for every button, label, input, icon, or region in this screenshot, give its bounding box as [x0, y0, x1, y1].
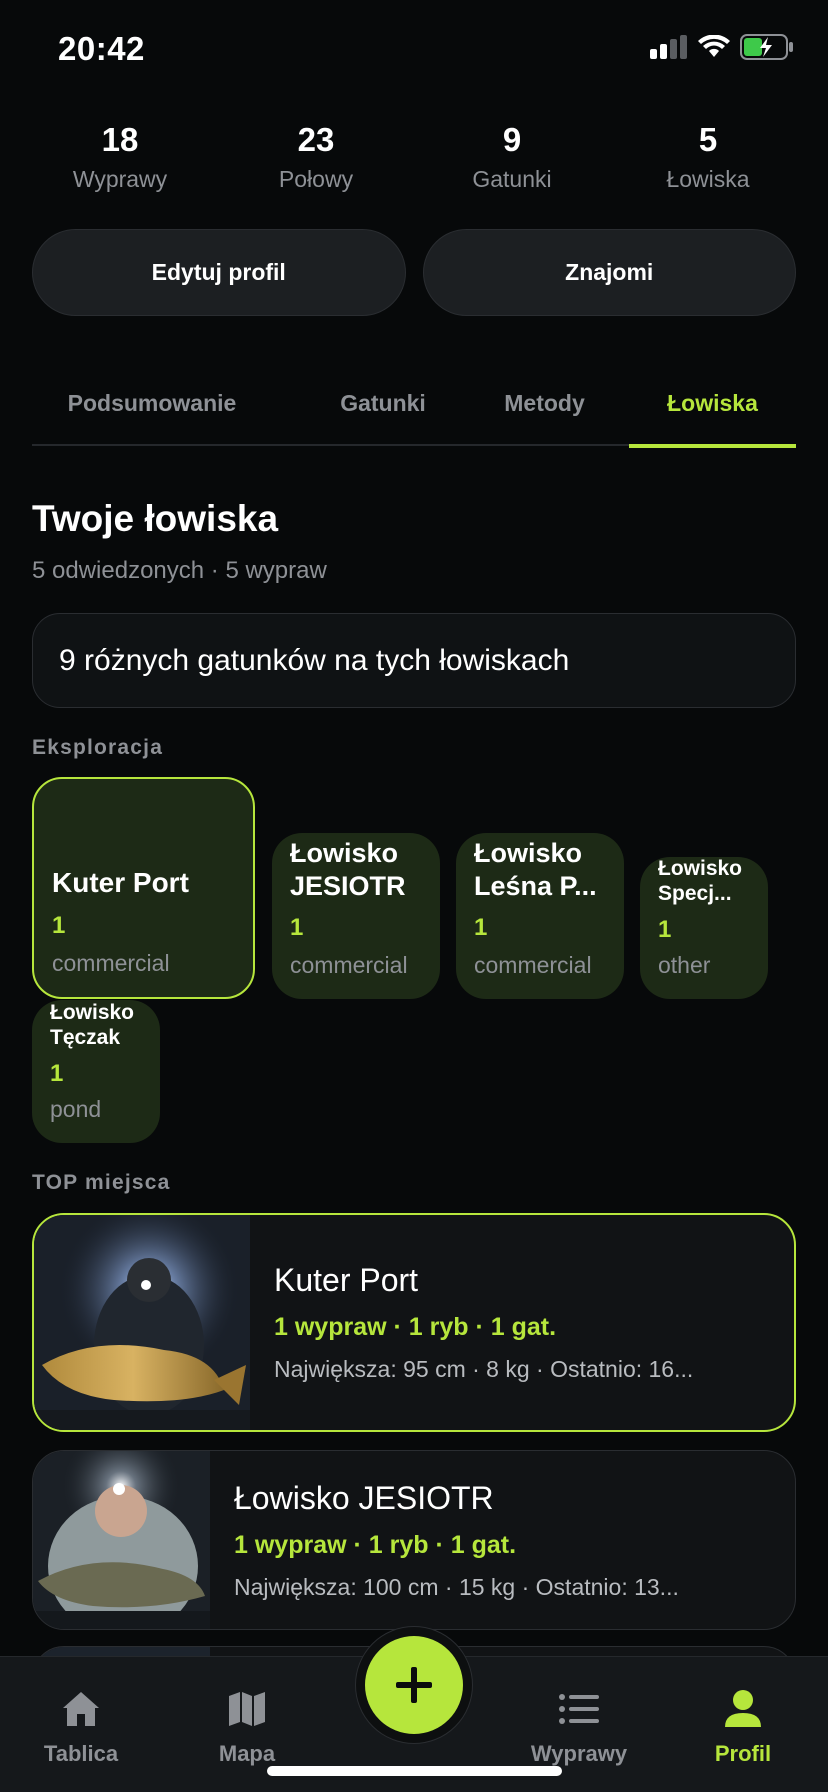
section-title: Twoje łowiska	[32, 498, 279, 539]
tab-fisheries[interactable]: Łowiska	[629, 360, 796, 448]
chip-count: 1	[290, 914, 304, 941]
exploration-label: Eksploracja	[32, 736, 164, 759]
chip-name: Łowisko JESIOTR	[290, 838, 406, 901]
profile-tabs: Podsumowanie Gatunki Metody Łowiska	[32, 360, 796, 448]
stat-species[interactable]: 9 Gatunki	[414, 118, 610, 193]
species-info-card: 9 różnych gatunków na tych łowiskach	[32, 613, 796, 708]
chip-count: 1	[50, 1060, 64, 1087]
chip-type: commercial	[474, 952, 592, 978]
place-stats: 1 wypraw · 1 ryb · 1 gat.	[274, 1313, 557, 1341]
exploration-chip[interactable]: Kuter Port 1 commercial	[32, 777, 255, 999]
place-info: Kuter Port 1 wypraw · 1 ryb · 1 gat. Naj…	[274, 1215, 774, 1430]
stat-label: Wyprawy	[72, 166, 168, 192]
chip-name: Łowisko Tęczak	[50, 1000, 135, 1049]
exploration-chip[interactable]: Łowisko Specj... 1 other	[640, 857, 768, 999]
status-bar: 20:42	[0, 0, 828, 100]
person-icon	[725, 1690, 761, 1727]
friends-button[interactable]: Znajomi	[422, 229, 796, 316]
stat-value: 18	[101, 121, 139, 158]
stat-catches[interactable]: 23 Połowy	[218, 118, 414, 193]
section-subtitle: 5 odwiedzonych · 5 wypraw	[32, 557, 327, 584]
wifi-icon	[698, 35, 730, 57]
nav-label: Tablica	[43, 1741, 119, 1766]
tab-summary[interactable]: Podsumowanie	[32, 360, 272, 446]
tab-methods[interactable]: Metody	[482, 360, 607, 446]
profile-stats: 18 Wyprawy 23 Połowy 9 Gatunki 5 Łowiska	[22, 118, 806, 193]
status-icons	[650, 34, 794, 60]
chip-name: Łowisko Specj...	[658, 856, 743, 905]
list-icon	[559, 1694, 599, 1724]
angler-photo-image	[34, 1215, 250, 1430]
place-detail: Największa: 100 cm · 15 kg · Ostatnio: 1…	[234, 1573, 679, 1600]
nav-item-feed[interactable]: Tablica	[6, 1689, 156, 1767]
stat-label: Połowy	[278, 166, 354, 192]
stat-trips[interactable]: 18 Wyprawy	[22, 118, 218, 193]
edit-profile-button[interactable]: Edytuj profil	[32, 229, 406, 316]
nav-label: Wyprawy	[530, 1741, 628, 1766]
add-button[interactable]	[365, 1636, 463, 1734]
place-card[interactable]: Kuter Port 1 wypraw · 1 ryb · 1 gat. Naj…	[32, 1213, 796, 1432]
stat-value: 9	[502, 121, 522, 158]
stat-fisheries[interactable]: 5 Łowiska	[610, 118, 806, 193]
exploration-chip[interactable]: Łowisko Leśna P... 1 commercial	[456, 833, 624, 999]
chip-type: commercial	[290, 952, 408, 978]
chip-type: commercial	[52, 950, 170, 976]
exploration-chip[interactable]: Łowisko Tęczak 1 pond	[32, 1000, 160, 1143]
place-name: Łowisko JESIOTR	[234, 1479, 494, 1516]
chip-name: Kuter Port	[52, 867, 189, 899]
exploration-chip[interactable]: Łowisko JESIOTR 1 commercial	[272, 833, 440, 999]
stat-label: Gatunki	[472, 166, 552, 192]
nav-item-trips[interactable]: Wyprawy	[504, 1689, 654, 1767]
chip-type: other	[658, 952, 711, 978]
chip-count: 1	[474, 914, 488, 941]
place-card[interactable]: Łowisko JESIOTR 1 wypraw · 1 ryb · 1 gat…	[32, 1450, 796, 1630]
home-icon	[63, 1692, 99, 1726]
profile-actions: Edytuj profil Znajomi	[32, 229, 796, 316]
tab-species[interactable]: Gatunki	[332, 360, 434, 446]
status-time: 20:42	[58, 30, 145, 67]
place-stats: 1 wypraw · 1 ryb · 1 gat.	[234, 1530, 517, 1559]
place-name: Kuter Port	[274, 1262, 419, 1298]
nav-item-map[interactable]: Mapa	[172, 1689, 322, 1767]
home-indicator	[267, 1766, 562, 1776]
stat-label: Łowiska	[666, 166, 750, 192]
place-info: Łowisko JESIOTR 1 wypraw · 1 ryb · 1 gat…	[234, 1451, 775, 1629]
place-detail: Największa: 95 cm · 8 kg · Ostatnio: 16.…	[274, 1356, 694, 1382]
nav-label: Profil	[714, 1741, 772, 1766]
nav-label: Mapa	[218, 1741, 276, 1766]
stat-value: 5	[698, 121, 718, 158]
place-photo	[33, 1451, 210, 1629]
chip-type: pond	[50, 1096, 102, 1122]
stat-value: 23	[297, 121, 335, 158]
nav-item-profile[interactable]: Profil	[668, 1689, 818, 1767]
place-photo	[34, 1215, 250, 1430]
top-places-label: TOP miejsca	[32, 1171, 171, 1194]
chip-count: 1	[658, 916, 672, 943]
chip-name: Łowisko Leśna P...	[474, 838, 597, 901]
signal-icon	[650, 35, 687, 59]
battery-icon	[740, 34, 793, 60]
plus-icon	[396, 1667, 432, 1703]
chip-count: 1	[52, 912, 66, 939]
angler-photo-image	[33, 1451, 210, 1629]
map-icon	[229, 1692, 265, 1726]
